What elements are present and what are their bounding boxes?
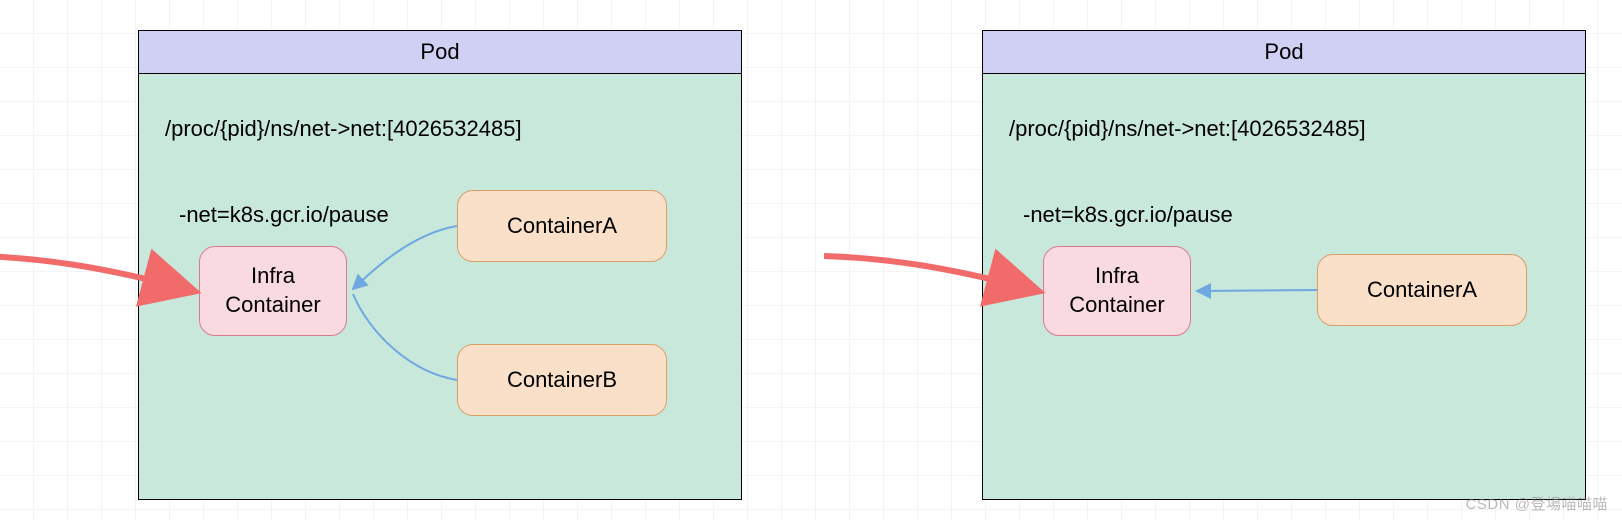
container-a-label-left: ContainerA <box>507 212 617 241</box>
infra-container-right: Infra Container <box>1043 246 1191 336</box>
infra-label-left: Infra Container <box>225 262 320 319</box>
pod-header-right: Pod <box>983 31 1585 74</box>
infra-container-left: Infra Container <box>199 246 347 336</box>
pod-body-right: /proc/{pid}/ns/net->net:[4026532485] -ne… <box>983 74 1585 499</box>
net-flag-right: -net=k8s.gcr.io/pause <box>1023 202 1233 228</box>
pod-right: Pod /proc/{pid}/ns/net->net:[4026532485]… <box>982 30 1586 500</box>
container-a-right: ContainerA <box>1317 254 1527 326</box>
watermark: CSDN @登場喵喵喵 <box>1466 493 1608 514</box>
pod-title-right: Pod <box>1264 39 1303 64</box>
container-b-label-left: ContainerB <box>507 366 617 395</box>
ns-path-right: /proc/{pid}/ns/net->net:[4026532485] <box>1009 116 1366 142</box>
pod-header-left: Pod <box>139 31 741 74</box>
pod-title-left: Pod <box>420 39 459 64</box>
container-a-label-right: ContainerA <box>1367 276 1477 305</box>
infra-label-right: Infra Container <box>1069 262 1164 319</box>
ns-path-left: /proc/{pid}/ns/net->net:[4026532485] <box>165 116 522 142</box>
net-flag-left: -net=k8s.gcr.io/pause <box>179 202 389 228</box>
container-a-left: ContainerA <box>457 190 667 262</box>
container-b-left: ContainerB <box>457 344 667 416</box>
pod-left: Pod /proc/{pid}/ns/net->net:[4026532485]… <box>138 30 742 500</box>
pod-body-left: /proc/{pid}/ns/net->net:[4026532485] -ne… <box>139 74 741 499</box>
